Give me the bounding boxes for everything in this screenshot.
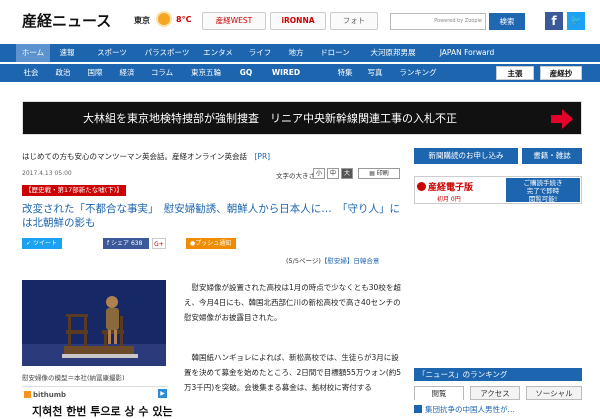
tag-comfort-women[interactable]: 【慰安婦】 bbox=[321, 257, 354, 265]
sun-icon bbox=[417, 182, 426, 191]
nav-society[interactable]: 社会 bbox=[20, 64, 42, 82]
search-button[interactable]: 検索 bbox=[489, 13, 525, 30]
rank-badge-icon bbox=[414, 405, 422, 413]
ad-block[interactable]: bithumb 지혀천 한번 투으로 상 수 있는 ▶ bbox=[22, 386, 173, 418]
tab-access[interactable]: アクセス bbox=[470, 386, 520, 400]
arrow-right-icon bbox=[551, 109, 573, 129]
digital-ad-title: 産経電子版 bbox=[417, 180, 473, 193]
secondary-nav: 社会 政治 国際 経済 コラム 東京五輪 GQ WIRED 特集 写真 ランキン… bbox=[0, 64, 600, 82]
article-photo[interactable] bbox=[22, 280, 166, 366]
nav-para-sports[interactable]: パラスポーツ bbox=[142, 44, 192, 62]
search-input[interactable]: Powered by Zoople bbox=[390, 13, 486, 30]
nav-sankeisho-button[interactable]: 産経抄 bbox=[540, 66, 582, 80]
ad-brand: bithumb bbox=[24, 391, 66, 399]
link-sankei-west[interactable]: 産経WEST bbox=[202, 12, 266, 30]
text-size-label: 文字の大きさ bbox=[276, 172, 315, 180]
search-powered: Powered by Zoople bbox=[434, 18, 482, 24]
nav-entertainment[interactable]: エンタメ bbox=[200, 44, 236, 62]
link-ironna[interactable]: iRONNA bbox=[270, 12, 326, 30]
nav-local[interactable]: 地方 bbox=[284, 44, 308, 62]
site-header: 産経ニュース 東京 8°C 産経WEST iRONNA フォト Powered … bbox=[0, 0, 600, 42]
nav-home[interactable]: ホーム bbox=[16, 44, 50, 62]
weather-temp: 8°C bbox=[176, 15, 192, 24]
push-notify-button[interactable]: ●プッシュ通知 bbox=[186, 238, 236, 249]
site-logo[interactable]: 産経ニュース bbox=[22, 10, 111, 31]
print-icon: ▤ bbox=[369, 170, 377, 177]
breaking-banner[interactable]: 大林組を東京地検特捜部が強制捜査 リニア中央新幹線関連工事の入札不正 bbox=[22, 101, 582, 135]
ad-choices-icon[interactable]: ▶ bbox=[158, 389, 167, 398]
ranking-item[interactable]: 集団抗争の中国人男性が… bbox=[414, 404, 582, 415]
nav-breaking[interactable]: 速報 bbox=[54, 44, 80, 62]
twitter-icon[interactable]: 🐦 bbox=[567, 12, 585, 30]
nav-gq[interactable]: GQ bbox=[236, 64, 256, 82]
tab-social[interactable]: ソーシャル bbox=[526, 386, 582, 400]
gplus-button[interactable]: G+ bbox=[152, 238, 166, 249]
twitter-icon: ✓ bbox=[26, 240, 32, 247]
text-size-large[interactable]: 大 bbox=[341, 168, 353, 179]
banner-text: 大林組を東京地検特捜部が強制捜査 リニア中央新幹線関連工事の入札不正 bbox=[83, 112, 457, 125]
article-category[interactable]: 【歴史戦・第17部新たな嘘(下)】 bbox=[22, 185, 126, 196]
primary-nav: ホーム 速報 スポーツ パラスポーツ エンタメ ライフ 地方 ドローン 大河原邦… bbox=[0, 44, 600, 62]
page-info: (5/5ページ)【慰安婦】日韓合意 bbox=[286, 257, 380, 265]
bithumb-icon bbox=[24, 391, 31, 398]
nav-life[interactable]: ライフ bbox=[246, 44, 274, 62]
ad-text: 지혀천 한번 투으로 상 수 있는 bbox=[32, 405, 173, 418]
text-size-small[interactable]: 小 bbox=[313, 168, 325, 179]
subscribe-button[interactable]: 新聞購読のお申し込み bbox=[414, 148, 518, 164]
nav-okawara-exhibit[interactable]: 大河原邦男展 bbox=[362, 44, 424, 62]
facebook-icon[interactable]: f bbox=[545, 12, 563, 30]
statue-image bbox=[22, 280, 166, 366]
nav-column[interactable]: コラム bbox=[148, 64, 176, 82]
ranking-title: 「ニュース」のランキング bbox=[414, 368, 582, 381]
article-headline: 改変された「不都合な事実」 慰安婦勧誘、朝鮮人から日本人に… 「守り人」には北朝… bbox=[22, 203, 400, 229]
nav-drone[interactable]: ドローン bbox=[318, 44, 352, 62]
nav-editorial-button[interactable]: 主張 bbox=[496, 66, 534, 80]
nav-sports[interactable]: スポーツ bbox=[92, 44, 132, 62]
tab-views[interactable]: 閲覧 bbox=[414, 386, 464, 400]
digital-edition-ad[interactable]: 産経電子版 初月 0円 ご購読手続き 完了で即時 閲覧可能! bbox=[414, 176, 582, 204]
sunny-icon bbox=[158, 13, 170, 25]
article-paragraph: 慰安婦像が設置された高校は1月の時点で少なくとも30校を超え、今月4日にも、韓国… bbox=[184, 283, 401, 322]
facebook-icon: f bbox=[107, 240, 110, 247]
nav-feature[interactable]: 特集 bbox=[334, 64, 356, 82]
nav-international[interactable]: 国際 bbox=[84, 64, 106, 82]
nav-photo[interactable]: 写真 bbox=[364, 64, 386, 82]
nav-economy[interactable]: 経済 bbox=[116, 64, 138, 82]
books-button[interactable]: 書籍・雑誌 bbox=[522, 148, 582, 164]
tag-japan-korea[interactable]: 日韓合意 bbox=[353, 257, 379, 265]
nav-japan-forward[interactable]: JAPAN Forward bbox=[434, 44, 500, 62]
digital-ad-box: ご購読手続き 完了で即時 閲覧可能! bbox=[506, 178, 580, 203]
print-button[interactable]: ▤ 印刷 bbox=[358, 168, 400, 179]
article-date: 2017.4.13 05:00 bbox=[22, 170, 72, 177]
pr-tag: [PR] bbox=[254, 152, 271, 161]
nav-wired[interactable]: WIRED bbox=[268, 64, 304, 82]
link-photo[interactable]: フォト bbox=[330, 12, 378, 30]
facebook-share-button[interactable]: f シェア 638 bbox=[103, 238, 149, 249]
nav-ranking[interactable]: ランキング bbox=[396, 64, 440, 82]
nav-tokyo-olympics[interactable]: 東京五輪 bbox=[186, 64, 226, 82]
text-size-medium[interactable]: 中 bbox=[327, 168, 339, 179]
nav-politics[interactable]: 政治 bbox=[52, 64, 74, 82]
weather-city: 東京 bbox=[134, 16, 150, 25]
photo-caption: 慰安婦像の模型＝本社(納冨康撮影) bbox=[22, 374, 125, 382]
tweet-button[interactable]: ✓ ツイート bbox=[22, 238, 62, 249]
promo-line[interactable]: はじめての方も安心のマンツーマン英会話。産経オンライン英会話 [PR] bbox=[22, 151, 270, 162]
article-paragraph: 韓国紙ハンギョレによれば、新松高校では、生徒らが3月に設置を決めて募金を始めたと… bbox=[184, 353, 402, 392]
digital-ad-sub: 初月 0円 bbox=[437, 196, 461, 203]
